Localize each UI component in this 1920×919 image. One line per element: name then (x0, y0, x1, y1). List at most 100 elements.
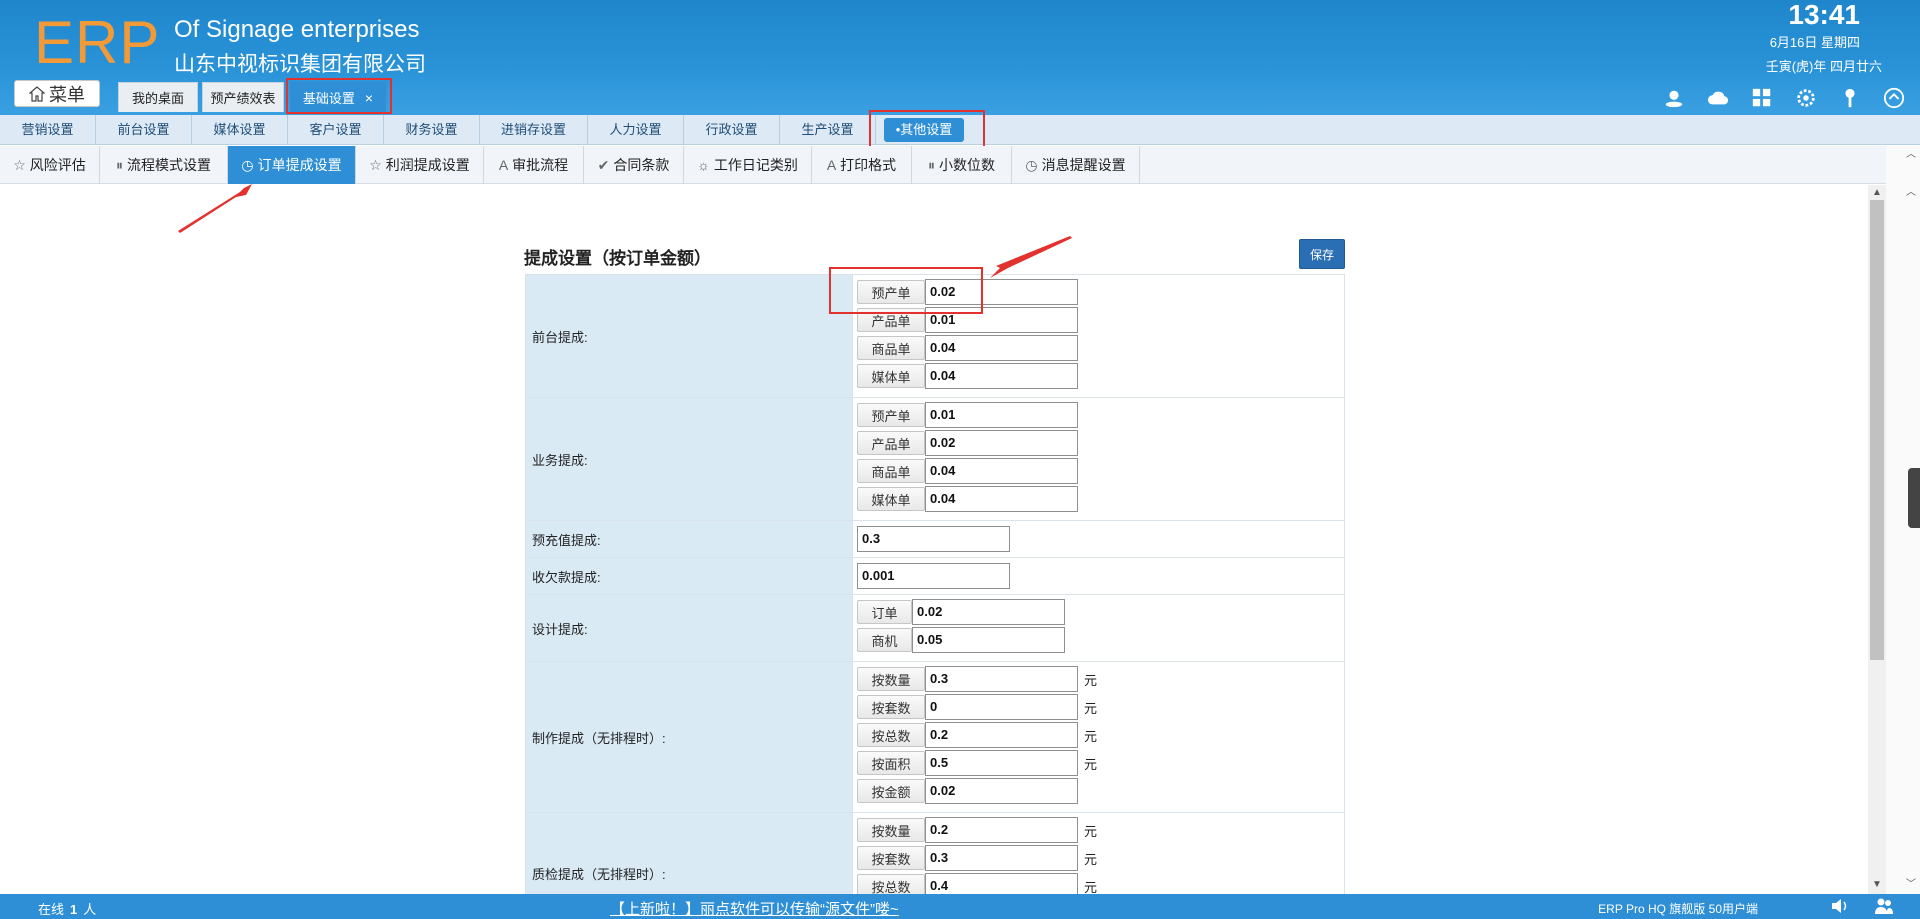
commission-input[interactable]: 0.3 (925, 845, 1078, 871)
nav-inventory-settings[interactable]: 进销存设置 (480, 115, 588, 145)
commission-input[interactable]: 0.02 (925, 778, 1078, 804)
commission-input[interactable]: 0.3 (925, 666, 1078, 692)
nav-frontdesk-settings[interactable]: 前台设置 (96, 115, 192, 145)
nav-customer-settings[interactable]: 客户设置 (288, 115, 384, 145)
home-icon (29, 85, 45, 102)
nav-hr-settings[interactable]: 人力设置 (588, 115, 684, 145)
unit-label: 元 (1084, 728, 1098, 744)
row-prepaid-commission: 预充值提成: 0.3 (525, 521, 1345, 558)
commission-input[interactable]: 0.01 (925, 307, 1078, 333)
subnav-process-mode[interactable]: ⏸ 流程模式设置 (100, 146, 228, 184)
commission-input[interactable]: 0.04 (925, 363, 1078, 389)
users-icon[interactable] (1874, 897, 1894, 915)
row-label: 质检提成（无排程时）: (526, 813, 853, 894)
field-pair: 订单 0.02 (857, 599, 1065, 625)
commission-input[interactable]: 0.3 (857, 526, 1010, 552)
subnav-label: 审批流程 (512, 157, 569, 173)
commission-input[interactable]: 0.4 (925, 873, 1078, 894)
save-button[interactable]: 保存 (1299, 239, 1345, 269)
tab-basic-settings[interactable]: 基础设置 × (290, 82, 386, 112)
nav-production-settings[interactable]: 生产设置 (780, 115, 876, 145)
unit-label: 元 (1084, 879, 1098, 895)
commission-input[interactable]: 0.2 (925, 722, 1078, 748)
subnav-print-format[interactable]: A 打印格式 (812, 146, 912, 184)
version-label: ERP Pro HQ 旗舰版 50用户端 (1598, 902, 1758, 916)
scroll-up-icon[interactable]: ▲ (1870, 186, 1884, 200)
commission-input[interactable]: 0.02 (912, 599, 1065, 625)
subnav-risk-assessment[interactable]: ☆ 风险评估 (0, 146, 100, 184)
tab-label: 预产绩效表 (210, 91, 276, 106)
commission-input[interactable]: 0.5 (925, 750, 1078, 776)
status-bar: 在线 1 人 【上新啦！】丽点软件可以传输“源文件”喽~ ERP Pro HQ 旗舰… (0, 894, 1920, 919)
clock-lunar-date: 壬寅(虎)年 四月廿六 (1765, 59, 1882, 74)
subnav-work-diary-category[interactable]: ☼ 工作日记类别 (684, 146, 812, 184)
field-label: 按面积 (857, 751, 925, 775)
field-pair: 按数量 0.2 元 (857, 817, 1097, 843)
scroll-thumb[interactable] (1870, 200, 1884, 660)
row-sales-commission: 业务提成: 预产单 0.01 产品单 0.02 商品单 0.04 媒体单 0.0… (525, 398, 1345, 521)
row-qc-commission: 质检提成（无排程时）: 按数量 0.2 元 按套数 0.3 元 按总数 0.4 … (525, 813, 1345, 894)
field-pair: 商品单 0.04 (857, 335, 1078, 361)
apps-icon[interactable] (1750, 86, 1774, 110)
commission-input[interactable]: 0.05 (912, 627, 1065, 653)
subnav-message-reminder[interactable]: ◷ 消息提醒设置 (1012, 146, 1140, 184)
commission-input[interactable]: 0.001 (857, 563, 1010, 589)
commission-input[interactable]: 0.04 (925, 486, 1078, 512)
cloud-icon[interactable] (1706, 86, 1730, 110)
commission-input[interactable]: 0 (925, 694, 1078, 720)
side-panel-handle[interactable] (1908, 468, 1920, 528)
pause-icon: ⏸ (116, 157, 123, 173)
subnav-approval-flow[interactable]: A 审批流程 (484, 146, 584, 184)
clock-icon: ◷ (241, 157, 254, 173)
nav-marketing-settings[interactable]: 营销设置 (0, 115, 96, 145)
field-pair: 按面积 0.5 元 (857, 750, 1097, 776)
company-name-cn: 山东中视标识集团有限公司 (174, 53, 426, 76)
gear-icon[interactable] (1794, 86, 1818, 110)
nav-finance-settings[interactable]: 财务设置 (384, 115, 480, 145)
unit-label: 元 (1084, 851, 1098, 867)
field-label: 媒体单 (857, 364, 925, 388)
nav-admin-settings[interactable]: 行政设置 (684, 115, 780, 145)
field-label: 商品单 (857, 459, 925, 483)
field-pair: 按数量 0.3 元 (857, 666, 1097, 692)
close-icon[interactable]: × (365, 90, 373, 106)
field-pair: 商机 0.05 (857, 627, 1065, 653)
subnav-profit-commission[interactable]: ☆ 利润提成设置 (356, 146, 484, 184)
commission-input[interactable]: 0.01 (925, 402, 1078, 428)
subnav-label: 工作日记类别 (713, 157, 798, 173)
field-pair: 产品单 0.01 (857, 307, 1078, 333)
speaker-icon[interactable] (1830, 897, 1850, 915)
announcement-link[interactable]: 【上新啦！】丽点软件可以传输“源文件”喽~ (610, 898, 899, 919)
field-label: 订单 (857, 600, 912, 624)
subnav-decimal-places[interactable]: ⏸ 小数位数 (912, 146, 1012, 184)
commission-input[interactable]: 0.02 (925, 430, 1078, 456)
commission-input[interactable]: 0.04 (925, 458, 1078, 484)
nav-media-settings[interactable]: 媒体设置 (192, 115, 288, 145)
collapse-up-icon[interactable] (1882, 86, 1906, 110)
commission-input[interactable]: 0.02 (925, 279, 1078, 305)
user-icon[interactable] (1662, 86, 1686, 110)
commission-input[interactable]: 0.2 (925, 817, 1078, 843)
chevron-up-icon[interactable]: ︿ (1904, 186, 1918, 200)
tab-performance[interactable]: 预产绩效表 (202, 82, 284, 112)
main-menu-button[interactable]: 菜单 (14, 80, 100, 107)
form-title: 提成设置（按订单金额） (524, 249, 711, 268)
scroll-down-icon[interactable]: ▼ (1870, 878, 1884, 892)
chevron-down-icon[interactable]: ﹀ (1904, 878, 1918, 892)
header-toolbar (1662, 86, 1906, 110)
tab-my-desktop[interactable]: 我的桌面 (118, 82, 198, 112)
key-icon[interactable] (1838, 86, 1862, 110)
clock-icon: ◷ (1025, 157, 1038, 173)
star-icon: ☆ (369, 157, 382, 173)
commission-input[interactable]: 0.04 (925, 335, 1078, 361)
subnav-contract-terms[interactable]: ✔ 合同条款 (584, 146, 684, 184)
field-label: 预产单 (857, 280, 925, 304)
text-a-icon: A (826, 157, 837, 173)
nav-other-settings[interactable]: •其他设置 (884, 118, 964, 142)
subnav-order-commission[interactable]: ◷ 订单提成设置 (228, 146, 356, 184)
chevron-up-icon[interactable]: ︿ (1904, 148, 1918, 162)
online-label: 在线 (38, 902, 65, 917)
erp-logo: ERP (34, 9, 161, 76)
menu-label: 菜单 (49, 84, 85, 105)
subnav-label: 消息提醒设置 (1041, 157, 1126, 173)
